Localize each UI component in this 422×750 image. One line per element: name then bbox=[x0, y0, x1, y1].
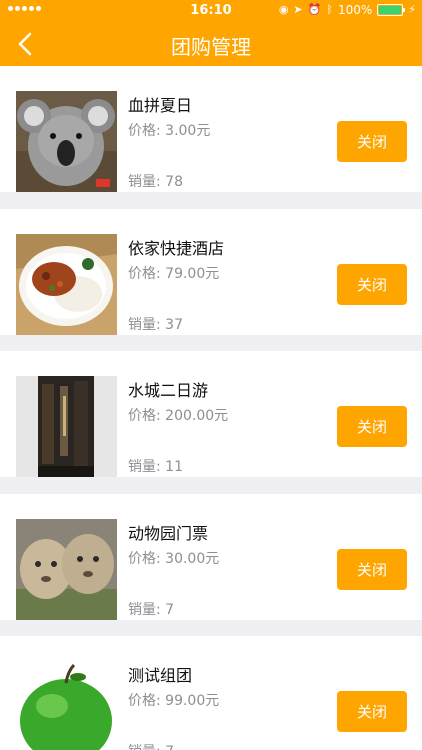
item-name: 测试组团 bbox=[128, 666, 193, 685]
item-sales: 销量: 7 bbox=[128, 602, 175, 618]
list-item: 依家快捷酒店 价格: 79.00元 销量: 37 关闭 bbox=[0, 209, 422, 335]
apple-image bbox=[16, 661, 117, 750]
list-item: 水城二日游 价格: 200.00元 销量: 11 关闭 bbox=[0, 351, 422, 477]
food-plate-image bbox=[16, 234, 117, 335]
location-icon: ➤ bbox=[293, 3, 303, 16]
battery-text: 100% bbox=[337, 3, 373, 17]
close-button[interactable]: 关闭 bbox=[337, 691, 407, 732]
item-name: 动物园门票 bbox=[128, 524, 209, 543]
item-price: 价格: 99.00元 bbox=[128, 693, 220, 709]
item-price: 价格: 79.00元 bbox=[128, 266, 220, 282]
close-button[interactable]: 关闭 bbox=[337, 549, 407, 590]
item-name: 依家快捷酒店 bbox=[128, 239, 225, 258]
header: 16:10 ◉ ➤ ⏰ ᛒ 100% ⚡ 团购管理 bbox=[0, 0, 422, 66]
page-title: 团购管理 bbox=[171, 35, 251, 59]
close-button[interactable]: 关闭 bbox=[337, 264, 407, 305]
interior-image bbox=[16, 376, 117, 477]
battery-icon bbox=[377, 4, 406, 16]
item-price: 价格: 30.00元 bbox=[128, 551, 220, 567]
item-sales: 销量: 78 bbox=[128, 174, 183, 190]
item-sales: 销量: 37 bbox=[128, 317, 183, 333]
item-price: 价格: 200.00元 bbox=[128, 408, 229, 424]
item-sales: 销量: 11 bbox=[128, 459, 183, 475]
cubs-image bbox=[16, 519, 117, 620]
nav-bar: 团购管理 bbox=[0, 22, 422, 66]
lock-rotation-icon: ◉ bbox=[278, 3, 289, 16]
item-name: 血拼夏日 bbox=[128, 96, 193, 115]
list-item: 测试组团 价格: 99.00元 销量: 7 关闭 bbox=[0, 636, 422, 750]
item-sales: 销量: 7 bbox=[128, 741, 174, 750]
koala-image bbox=[16, 91, 117, 192]
bluetooth-icon: ᛒ bbox=[326, 3, 333, 16]
close-button[interactable]: 关闭 bbox=[337, 121, 407, 162]
item-name: 水城二日游 bbox=[128, 381, 209, 400]
item-price: 价格: 3.00元 bbox=[128, 123, 211, 139]
list-item: 血拼夏日 价格: 3.00元 销量: 78 关闭 bbox=[0, 66, 422, 192]
close-button[interactable]: 关闭 bbox=[337, 406, 407, 447]
status-right: ◉ ➤ ⏰ ᛒ 100% ⚡ bbox=[279, 3, 416, 17]
status-bar: 16:10 ◉ ➤ ⏰ ᛒ 100% ⚡ bbox=[0, 0, 422, 22]
list-item: 动物园门票 价格: 30.00元 销量: 7 关闭 bbox=[0, 494, 422, 620]
charging-icon: ⚡ bbox=[408, 3, 416, 16]
alarm-icon: ⏰ bbox=[307, 3, 322, 16]
